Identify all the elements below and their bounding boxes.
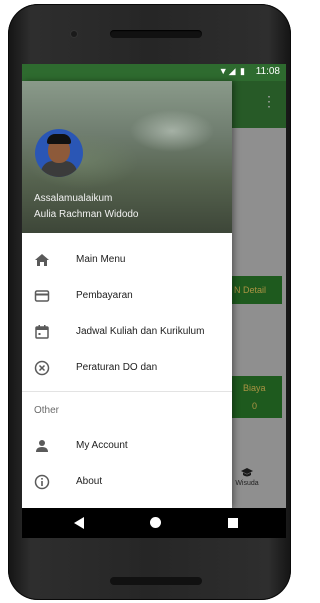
- drawer-item-main-menu[interactable]: Main Menu: [22, 243, 232, 279]
- drawer-item-label: Jadwal Kuliah dan Kurikulum: [76, 326, 205, 337]
- drawer-item-label: Pembayaran: [76, 290, 133, 301]
- recent-apps-icon[interactable]: [228, 518, 238, 528]
- home-button-icon[interactable]: [150, 517, 161, 528]
- avatar[interactable]: [35, 129, 83, 177]
- greeting-text: Assalamualaikum: [34, 193, 113, 204]
- front-camera: [71, 31, 77, 37]
- user-name: Aulia Rachman Widodo: [34, 209, 139, 220]
- status-bar: ▼◢ ▮ 11:08: [22, 64, 286, 81]
- drawer-item-label: Main Menu: [76, 254, 126, 265]
- drawer-item-peraturan[interactable]: Peraturan DO dan: [22, 351, 232, 387]
- status-time: 11:08: [255, 66, 280, 77]
- drawer-item-label: About: [76, 476, 103, 487]
- graduation-cap-icon: [241, 468, 253, 477]
- calendar-icon: [35, 325, 49, 339]
- drawer-item-about[interactable]: About: [22, 465, 232, 501]
- navigation-drawer: Assalamualaikum Aulia Rachman Widodo Mai…: [22, 81, 232, 508]
- info-icon: [34, 474, 50, 490]
- drawer-item-label: Peraturan DO dan: [76, 362, 158, 373]
- top-speaker: [110, 30, 202, 38]
- bottom-nav-wisuda[interactable]: Wisuda: [227, 468, 267, 487]
- section-label-other: Other: [34, 405, 60, 416]
- system-nav-bar: [22, 508, 286, 538]
- back-icon[interactable]: [74, 517, 84, 529]
- avatar-body: [41, 161, 77, 177]
- cancel-circle-icon: [34, 360, 50, 376]
- person-icon: [36, 440, 48, 452]
- home-icon: [35, 254, 49, 266]
- credit-card-icon: [34, 290, 50, 302]
- phone-screen: ▼◢ ▮ 11:08 ⋮ N Detail Biaya 0 Wisuda Ass…: [22, 64, 286, 538]
- drawer-header: Assalamualaikum Aulia Rachman Widodo: [22, 81, 232, 233]
- bottom-nav-label: Wisuda: [235, 480, 259, 487]
- drawer-item-label: My Account: [76, 440, 128, 451]
- avatar-hair: [47, 134, 71, 144]
- bottom-speaker: [110, 577, 202, 585]
- drawer-item-pembayaran[interactable]: Pembayaran: [22, 279, 232, 315]
- drawer-divider: [22, 391, 232, 392]
- drawer-item-my-account[interactable]: My Account: [22, 429, 232, 465]
- drawer-item-jadwal[interactable]: Jadwal Kuliah dan Kurikulum: [22, 315, 232, 351]
- signal-battery-icons: ▼◢ ▮: [218, 66, 246, 76]
